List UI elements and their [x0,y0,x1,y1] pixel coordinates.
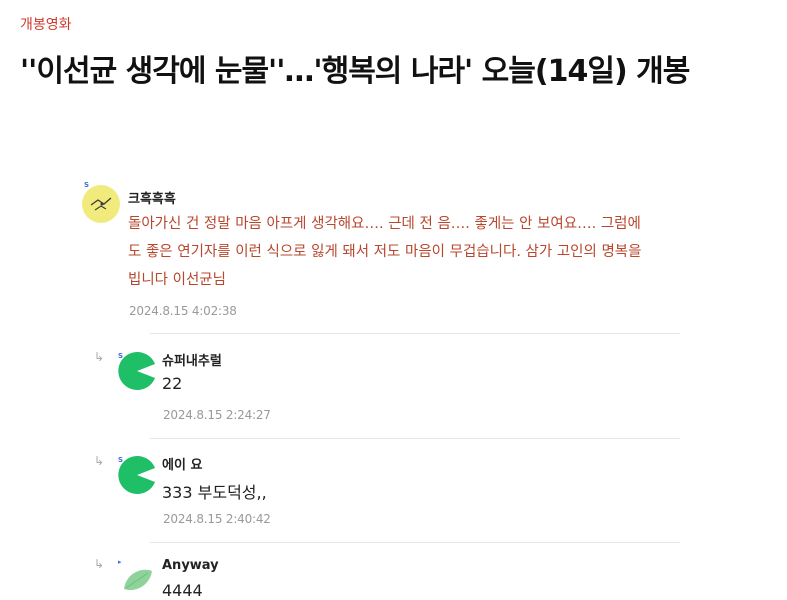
reply-text: 4444 [162,581,203,600]
comment-nickname[interactable]: 크흑흑흑 [128,188,176,207]
reply-arrow-icon: ↳ [94,454,105,468]
user-badge-icon: S [84,181,90,189]
reply-nickname[interactable]: Anyway [162,558,219,573]
leaf-avatar-icon[interactable] [118,561,156,599]
reply-text: 22 [162,374,183,393]
reply-date: 2024.8.15 2:40:42 [163,512,271,526]
reply-arrow-icon: ↳ [94,350,105,364]
comment-divider [150,542,680,543]
reply-date: 2024.8.15 2:24:27 [163,408,271,422]
comment-divider [150,438,680,439]
comment-section: S 크흑흑흑 돌아가신 건 정말 마음 아프게 생각해요…. 근데 전 음…. … [0,0,787,600]
reply-nickname[interactable]: 슈퍼내추럴 [162,350,222,369]
reply-text: 333 부도덕성,, [162,483,267,502]
comment-divider [150,333,680,334]
user-avatar[interactable] [82,185,120,223]
comment-date: 2024.8.15 4:02:38 [129,304,237,318]
comment-text: 돌아가신 건 정말 마음 아프게 생각해요…. 근데 전 음…. 좋게는 안 보… [128,216,642,288]
reply-arrow-icon: ↳ [94,557,105,571]
sketch-avatar-icon [90,197,112,211]
reply-nickname[interactable]: 에이 요 [162,454,202,473]
pacman-avatar-icon[interactable] [118,456,156,494]
pacman-avatar-icon[interactable] [118,352,156,390]
